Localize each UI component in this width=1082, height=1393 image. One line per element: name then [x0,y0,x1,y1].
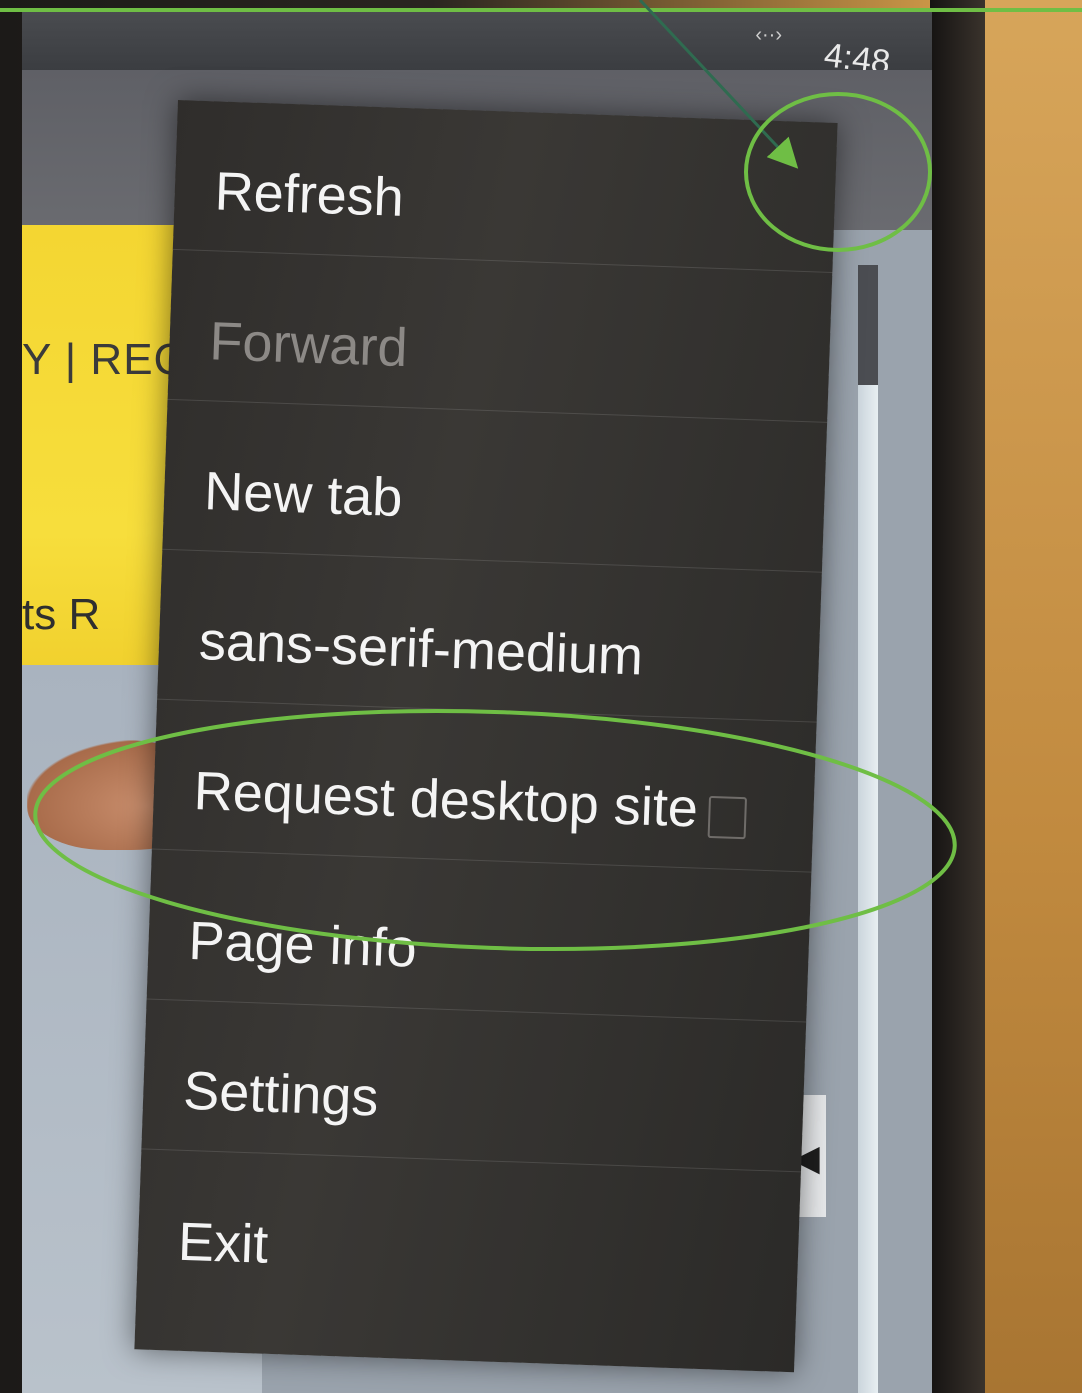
annotation-circle-kebab [744,92,932,252]
annotation-overlay [33,0,957,952]
annotation-ellipse-desktop-site [33,708,957,952]
annotation-arrow [638,0,799,169]
